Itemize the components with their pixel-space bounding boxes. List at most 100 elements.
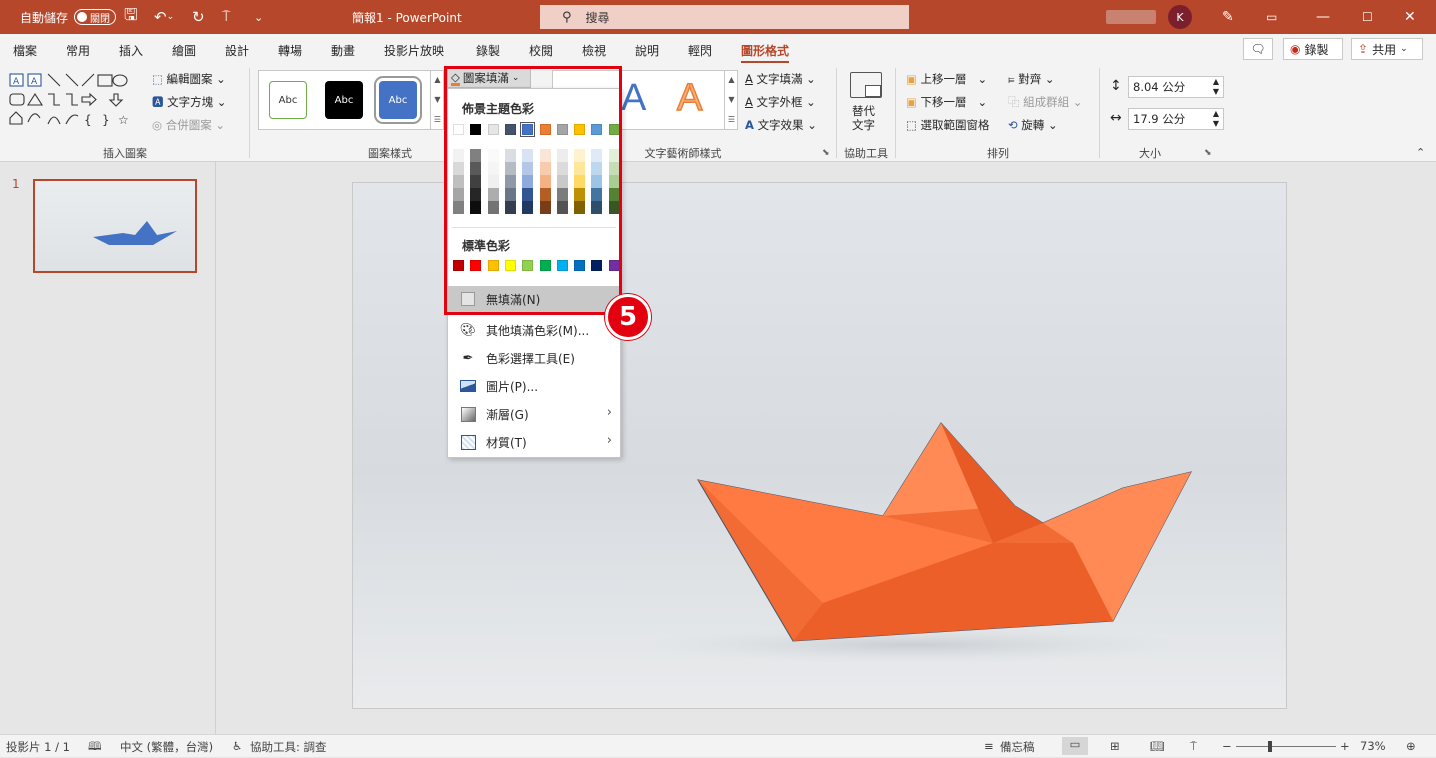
theme-color-swatch[interactable] [556, 124, 568, 135]
theme-color-swatch[interactable] [487, 124, 499, 135]
close-icon[interactable]: ✕ [1404, 0, 1416, 34]
theme-shade-swatch[interactable] [487, 162, 499, 175]
tab-flash[interactable]: 輕閃 [688, 42, 712, 59]
theme-shade-swatch[interactable] [470, 149, 482, 162]
text-fill-button[interactable]: A 文字填滿 ⌄ [745, 71, 816, 87]
shape-style-3[interactable]: Abc [374, 76, 422, 124]
theme-color-swatch[interactable] [591, 124, 603, 135]
autosave-toggle[interactable]: 關閉 [74, 9, 117, 25]
text-outline-button[interactable]: A 文字外框 ⌄ [745, 94, 816, 110]
theme-shade-swatch[interactable] [453, 188, 464, 201]
undo-icon[interactable]: ↶ ⌄ [154, 0, 174, 34]
theme-color-swatch[interactable] [539, 124, 551, 135]
theme-shade-swatch[interactable] [470, 175, 482, 188]
theme-shade-swatch[interactable] [574, 188, 586, 201]
account-avatar[interactable]: K [1168, 0, 1192, 34]
no-fill-option[interactable]: 無填滿(N) [448, 286, 620, 312]
wordart-dialog-launcher-icon[interactable]: ⬊ [822, 148, 830, 158]
text-effects-button[interactable]: A 文字效果 ⌄ [745, 117, 817, 133]
theme-shade-swatch[interactable] [487, 188, 499, 201]
theme-shade-swatch[interactable] [539, 201, 551, 214]
accessibility-status[interactable]: 協助工具: 調查 [250, 739, 327, 755]
bring-forward-button[interactable]: ▣ 上移一層 ⌄ [906, 71, 987, 87]
theme-color-swatch[interactable] [453, 124, 464, 135]
eyedropper-option[interactable]: ✒ 色彩選擇工具(E) [448, 345, 620, 371]
ribbon-display-icon[interactable]: ▭ [1266, 0, 1277, 34]
theme-color-swatch[interactable] [504, 124, 516, 135]
language-indicator[interactable]: 中文 (繁體，台灣) [120, 739, 213, 755]
theme-shade-swatch[interactable] [453, 149, 464, 162]
shape-style-2[interactable]: Abc [325, 81, 363, 119]
theme-shade-swatch[interactable] [591, 149, 603, 162]
theme-shade-swatch[interactable] [591, 188, 603, 201]
reading-view-icon[interactable]: 📖︎ [1150, 739, 1165, 753]
theme-shade-swatch[interactable] [504, 162, 516, 175]
theme-shade-swatch[interactable] [504, 201, 516, 214]
tab-shape-format[interactable]: 圖形格式 [741, 42, 790, 63]
shape-styles-gallery[interactable]: Abc Abc Abc [258, 70, 444, 130]
alt-text-button[interactable]: 替代 文字 [852, 104, 875, 132]
theme-color-swatch[interactable] [520, 122, 536, 137]
theme-shade-swatch[interactable] [504, 188, 516, 201]
tab-file[interactable]: 檔案 [13, 42, 37, 59]
shape-width-input[interactable]: 17.9 公分 ▲ ▼ [1128, 108, 1224, 130]
standard-color-swatch[interactable] [504, 260, 516, 271]
minimize-icon[interactable]: — [1316, 0, 1330, 34]
customize-qat-icon[interactable]: ⌄ [254, 0, 263, 34]
collapse-ribbon-icon[interactable]: ⌃ [1416, 146, 1425, 159]
theme-shade-swatch[interactable] [539, 175, 551, 188]
standard-color-swatch[interactable] [470, 260, 482, 271]
theme-shade-swatch[interactable] [556, 188, 568, 201]
group-button[interactable]: ⿻ 組成群組 ⌄ [1008, 94, 1082, 110]
theme-shade-swatch[interactable] [539, 162, 551, 175]
zoom-slider-thumb[interactable] [1268, 741, 1272, 752]
text-box-button[interactable]: 🅰 文字方塊 ⌄ [152, 94, 226, 110]
tab-design[interactable]: 設計 [225, 42, 249, 59]
shape-fill-button[interactable]: ◇ 圖案填滿 ⌄ [447, 68, 531, 88]
standard-color-swatch[interactable] [487, 260, 499, 271]
gallery-scroll[interactable]: ▲ ▼ ☰ [430, 70, 444, 130]
slide-thumbnail[interactable] [33, 179, 197, 273]
alt-text-icon[interactable] [850, 72, 882, 98]
theme-shade-swatch[interactable] [504, 149, 516, 162]
slide-sorter-icon[interactable]: ⊞ [1110, 739, 1120, 753]
theme-shade-swatch[interactable] [556, 175, 568, 188]
tab-view[interactable]: 檢視 [582, 42, 606, 59]
theme-shade-swatch[interactable] [453, 175, 464, 188]
theme-shade-swatch[interactable] [470, 188, 482, 201]
theme-shade-swatch[interactable] [591, 175, 603, 188]
standard-color-swatch[interactable] [539, 260, 551, 271]
present-icon[interactable]: ⍑ [222, 0, 230, 34]
theme-shade-swatch[interactable] [574, 162, 586, 175]
theme-shade-swatch[interactable] [487, 149, 499, 162]
shapes-gallery[interactable]: A A {} ☆ [8, 72, 132, 132]
standard-color-swatch[interactable] [453, 260, 464, 271]
spinner-icon[interactable]: ▲ ▼ [1213, 109, 1219, 129]
normal-view-icon[interactable]: ▭ [1062, 737, 1088, 755]
standard-color-swatch[interactable] [574, 260, 586, 271]
theme-shade-swatch[interactable] [608, 162, 620, 175]
more-fill-colors-option[interactable]: 🎨︎ 其他填滿色彩(M)... [448, 317, 620, 343]
rotate-button[interactable]: ⟲ 旋轉 ⌄ [1008, 117, 1058, 133]
notes-button[interactable]: 備忘稿 [1000, 739, 1035, 755]
tab-review[interactable]: 校閱 [529, 42, 553, 59]
theme-shade-swatch[interactable] [487, 175, 499, 188]
theme-shade-swatch[interactable] [574, 201, 586, 214]
fit-to-window-icon[interactable]: ⊕ [1406, 739, 1416, 753]
slideshow-icon[interactable]: ⍑ [1190, 739, 1197, 754]
shape-height-input[interactable]: 8.04 公分 ▲ ▼ [1128, 76, 1224, 98]
theme-shade-swatch[interactable] [574, 149, 586, 162]
texture-fill-option[interactable]: 材質(T) › [448, 429, 620, 455]
theme-shade-swatch[interactable] [470, 162, 482, 175]
theme-color-swatch[interactable] [574, 124, 586, 135]
zoom-level[interactable]: 73% [1360, 739, 1386, 753]
theme-shade-swatch[interactable] [539, 188, 551, 201]
theme-shade-swatch[interactable] [608, 175, 620, 188]
zoom-in-icon[interactable]: + [1340, 739, 1350, 753]
wordart-style-orange[interactable]: A [676, 76, 703, 120]
theme-color-swatch[interactable] [608, 124, 620, 135]
save-icon[interactable]: 🖫 [124, 0, 138, 34]
tab-animations[interactable]: 動畫 [331, 42, 355, 59]
theme-shade-swatch[interactable] [608, 201, 620, 214]
theme-shade-swatch[interactable] [556, 201, 568, 214]
